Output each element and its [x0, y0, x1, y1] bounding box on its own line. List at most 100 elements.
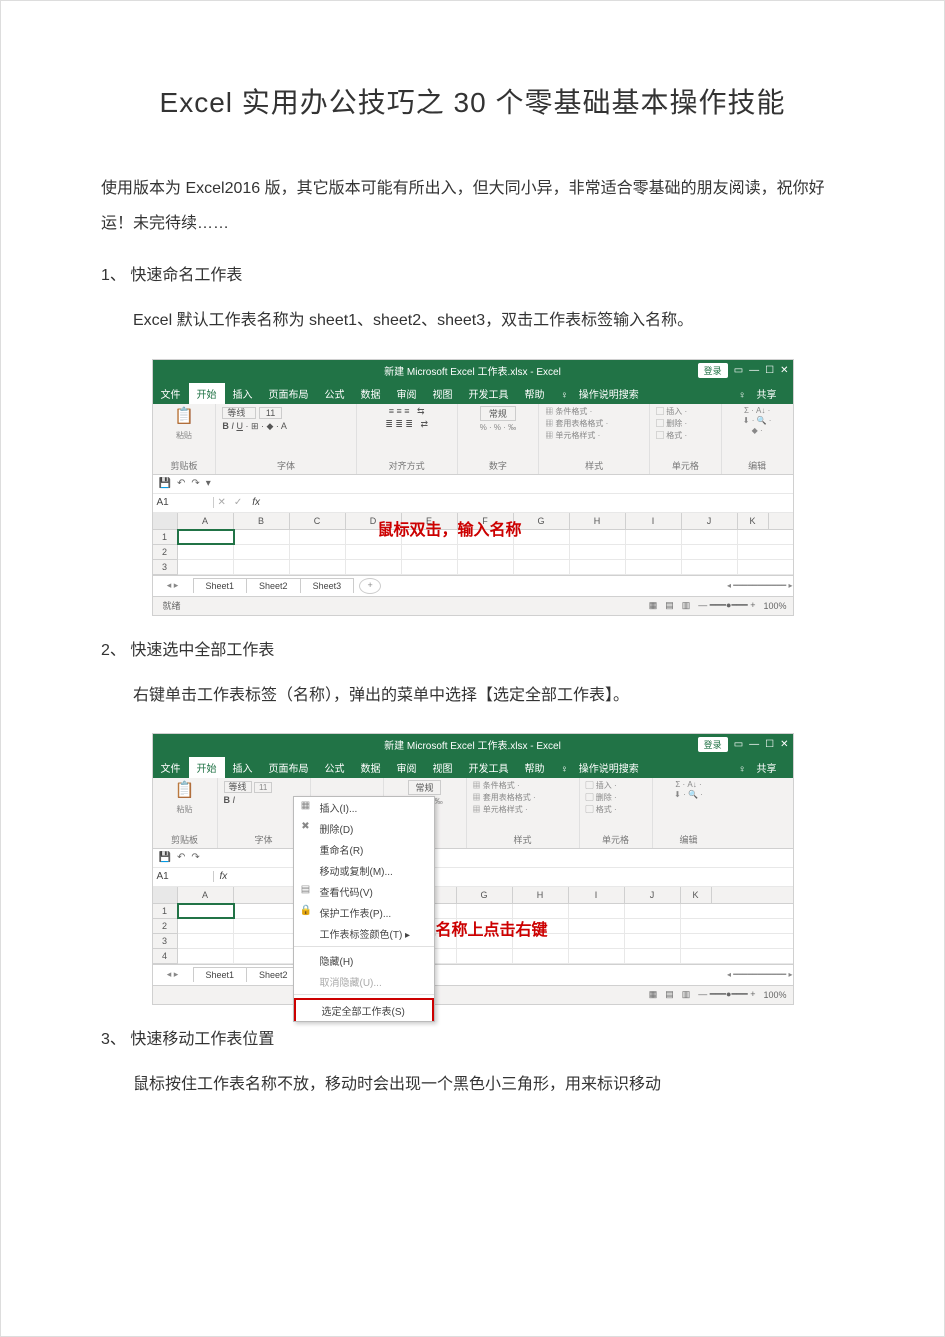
tab-insert[interactable]: 插入 [225, 383, 261, 404]
italic-icon[interactable]: I [231, 421, 234, 431]
minimize-icon[interactable]: — [749, 739, 759, 750]
font-name-select[interactable]: 等线 [222, 407, 256, 419]
col-header[interactable]: A [178, 513, 234, 529]
tab-view[interactable]: 视图 [425, 757, 461, 778]
view-normal-icon[interactable]: ▦ [649, 600, 658, 611]
tab-file[interactable]: 文件 [153, 383, 189, 404]
zoom-level[interactable]: 100% [763, 601, 786, 611]
login-button[interactable]: 登录 [698, 737, 728, 752]
select-all-corner[interactable] [153, 513, 178, 529]
spreadsheet-grid[interactable]: A E F G H I J K 1 2 3 4 [153, 887, 793, 964]
number-format-select[interactable]: 常规 [408, 780, 440, 795]
view-pagebreak-icon[interactable]: ▥ [682, 600, 691, 611]
col-header[interactable]: G [457, 887, 513, 903]
spreadsheet-grid[interactable]: A B C D E F G H I J K 1 2 3 [153, 513, 793, 575]
cell-a1[interactable] [178, 530, 234, 544]
underline-icon[interactable]: U [236, 421, 243, 431]
share-button[interactable]: ♀ 共享 [730, 383, 792, 404]
col-header[interactable]: H [513, 887, 569, 903]
cancel-icon[interactable]: ✕ [214, 497, 230, 508]
ctx-delete[interactable]: ✖删除(D) [294, 818, 434, 839]
col-header[interactable]: J [682, 513, 738, 529]
select-all-corner[interactable] [153, 887, 178, 903]
fill-icon[interactable]: ◆ [266, 421, 273, 431]
row-header[interactable]: 1 [153, 904, 177, 919]
cond-format-button[interactable]: ▦ 条件格式 · [545, 406, 592, 417]
tab-file[interactable]: 文件 [153, 757, 189, 778]
fx-icon[interactable]: fx [246, 497, 266, 508]
tab-data[interactable]: 数据 [353, 383, 389, 404]
fontcolor-icon[interactable]: A [281, 421, 287, 431]
tab-view[interactable]: 视图 [425, 383, 461, 404]
ctx-protect[interactable]: 🔒保护工作表(P)... [294, 902, 434, 923]
cells-delete-button[interactable]: ▢ 删除 · [586, 792, 617, 803]
row-header[interactable]: 3 [153, 934, 177, 949]
ribbon-options-icon[interactable]: ▭ [734, 365, 743, 376]
ctx-hide[interactable]: 隐藏(H) [294, 950, 434, 971]
row-header[interactable]: 1 [153, 530, 177, 545]
col-header[interactable]: I [626, 513, 682, 529]
redo-icon[interactable]: ↷ [191, 478, 199, 489]
close-icon[interactable]: ✕ [780, 365, 788, 376]
minimize-icon[interactable]: — [749, 365, 759, 376]
name-box[interactable]: A1 [153, 871, 214, 882]
tab-dev[interactable]: 开发工具 [461, 383, 517, 404]
col-header[interactable]: I [569, 887, 625, 903]
sheet-tab-highlighted[interactable]: Sheet1 [193, 967, 248, 982]
new-sheet-button[interactable]: + [359, 578, 381, 594]
table-format-button[interactable]: ▦ 套用表格格式 · [473, 792, 536, 803]
ctx-move[interactable]: 移动或复制(M)... [294, 860, 434, 881]
col-header[interactable]: K [681, 887, 712, 903]
redo-icon[interactable]: ↷ [191, 852, 199, 863]
cells-insert-button[interactable]: ▢ 插入 · [586, 780, 617, 791]
ctx-insert[interactable]: ▦插入(I)... [294, 797, 434, 818]
tab-help[interactable]: 帮助 [517, 383, 553, 404]
cells-insert-button[interactable]: ▢ 插入 · [656, 406, 687, 417]
tell-me[interactable]: ♀ 操作说明搜索 [553, 757, 655, 778]
sheet-tab[interactable]: Sheet1 [193, 578, 248, 593]
table-format-button[interactable]: ▦ 套用表格格式 · [545, 418, 608, 429]
ctx-tabcolor[interactable]: 工作表标签颜色(T) ▸ [294, 923, 434, 944]
login-button[interactable]: 登录 [698, 363, 728, 378]
ctx-rename[interactable]: 重命名(R) [294, 839, 434, 860]
cells-format-button[interactable]: ▢ 格式 · [656, 430, 687, 441]
fx-icon[interactable]: fx [214, 871, 234, 882]
col-header[interactable]: J [625, 887, 681, 903]
cell-style-button[interactable]: ▦ 单元格样式 · [473, 804, 528, 815]
close-icon[interactable]: ✕ [780, 739, 788, 750]
col-header[interactable]: C [290, 513, 346, 529]
row-header[interactable]: 2 [153, 919, 177, 934]
font-name-select[interactable]: 等线 [224, 781, 252, 793]
undo-icon[interactable]: ↶ [177, 852, 185, 863]
tab-dev[interactable]: 开发工具 [461, 757, 517, 778]
ctx-select-all-sheets[interactable]: 选定全部工作表(S) [294, 998, 434, 1021]
name-box[interactable]: A1 [153, 497, 214, 508]
sheet-nav[interactable]: ◂ ▸ [153, 969, 193, 980]
zoom-level[interactable]: 100% [763, 990, 786, 1000]
sheet-tab-highlighted[interactable]: Sheet3 [300, 578, 355, 593]
save-icon[interactable]: 💾 [159, 478, 171, 489]
row-header[interactable]: 4 [153, 949, 177, 964]
tab-layout[interactable]: 页面布局 [261, 757, 317, 778]
border-icon[interactable]: ⊞ [251, 421, 259, 431]
paste-icon[interactable]: 📋 [174, 406, 194, 426]
tab-home[interactable]: 开始 [189, 757, 225, 778]
col-header[interactable]: A [178, 887, 234, 903]
tab-insert[interactable]: 插入 [225, 757, 261, 778]
cell-a1[interactable] [178, 904, 234, 918]
view-layout-icon[interactable]: ▤ [665, 600, 674, 611]
maximize-icon[interactable]: ☐ [765, 739, 774, 750]
sheet-nav[interactable]: ◂ ▸ [153, 580, 193, 591]
tab-help[interactable]: 帮助 [517, 757, 553, 778]
bold-icon[interactable]: B [222, 421, 229, 431]
col-header[interactable]: B [234, 513, 290, 529]
tell-me[interactable]: ♀ 操作说明搜索 [553, 383, 655, 404]
save-icon[interactable]: 💾 [159, 852, 171, 863]
view-pagebreak-icon[interactable]: ▥ [682, 989, 691, 1000]
number-format-select[interactable]: 常规 [480, 406, 516, 421]
maximize-icon[interactable]: ☐ [765, 365, 774, 376]
tab-review[interactable]: 审阅 [389, 757, 425, 778]
view-normal-icon[interactable]: ▦ [649, 989, 658, 1000]
tab-formula[interactable]: 公式 [317, 383, 353, 404]
undo-icon[interactable]: ↶ [177, 478, 185, 489]
